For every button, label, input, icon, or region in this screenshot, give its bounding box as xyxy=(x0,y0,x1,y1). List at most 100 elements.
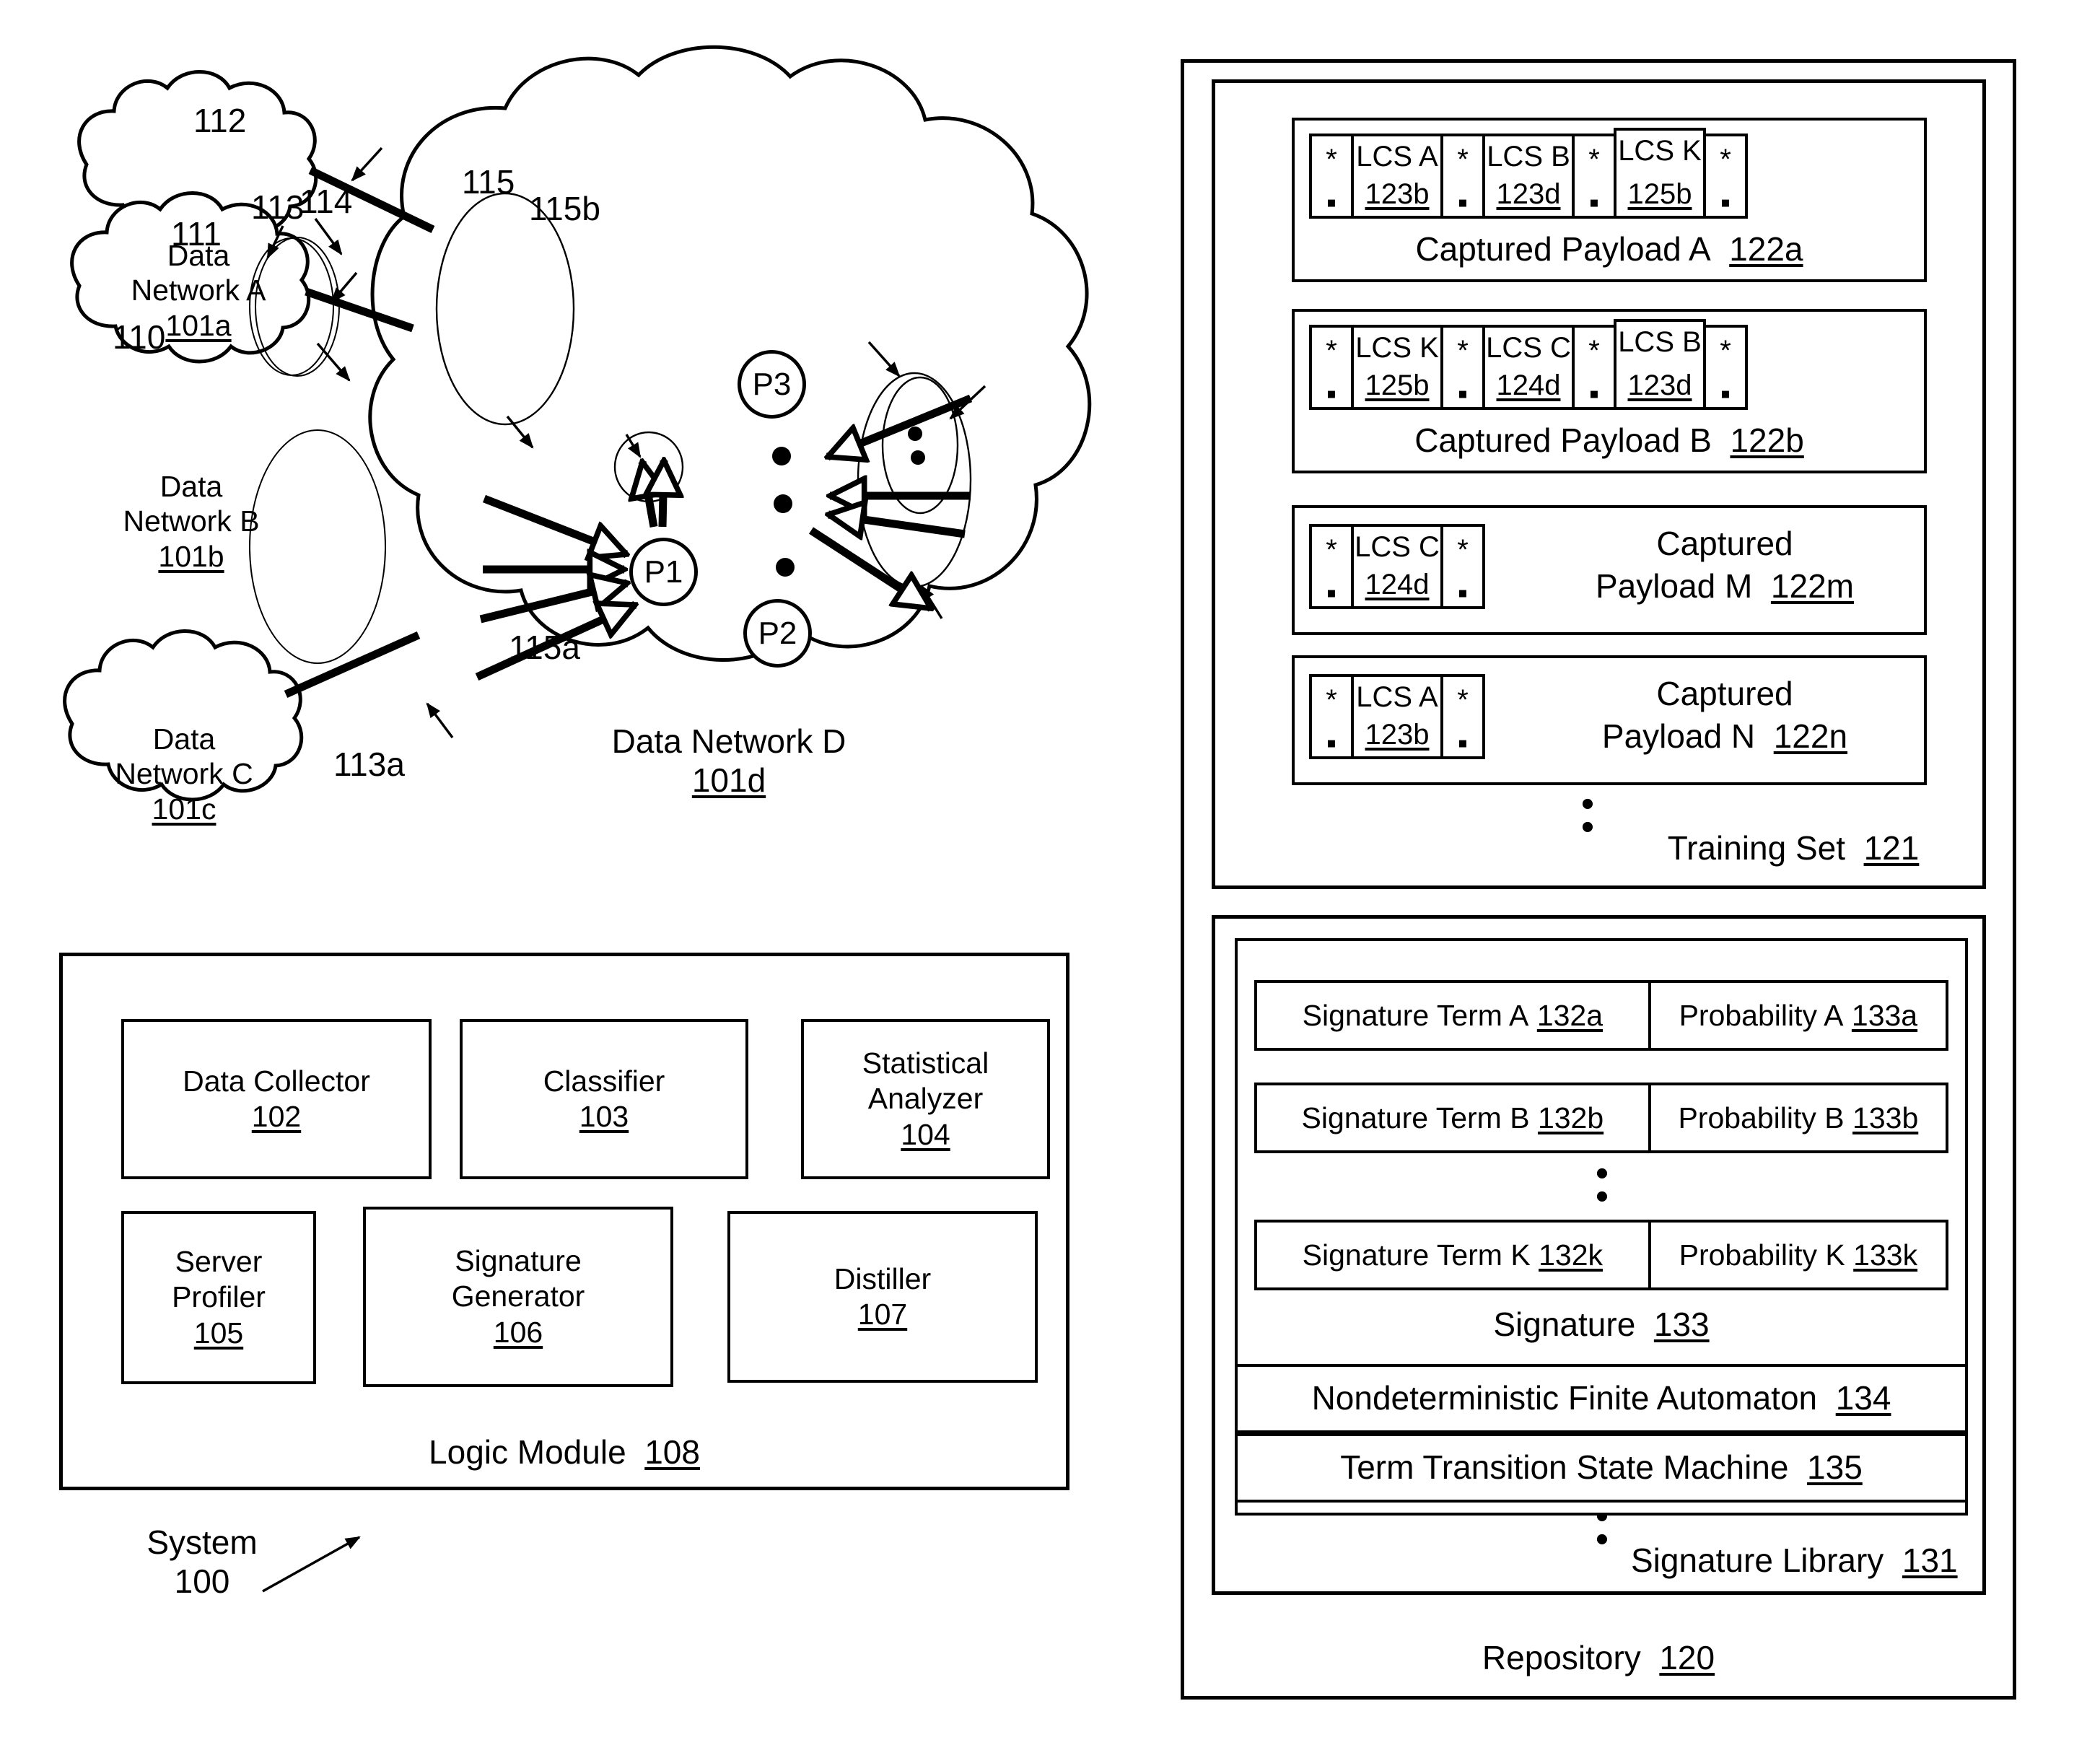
node-p2-label: P2 xyxy=(758,615,797,651)
ref-115: 115 xyxy=(462,163,515,201)
asterisk-icon: * xyxy=(1457,144,1469,175)
node-p3: P3 xyxy=(738,350,806,419)
asterisk-icon: * xyxy=(1326,144,1337,175)
leaders-flows xyxy=(266,217,986,739)
network-b-label: Data Network B 101b xyxy=(123,470,260,573)
component-data-collector: Data Collector 102 xyxy=(121,1019,432,1179)
flows-out-p1-up xyxy=(642,460,664,528)
ref-115a: 115a xyxy=(509,629,580,666)
probability-cell: Probability B 133b xyxy=(1678,1101,1919,1134)
component-classifier: Classifier 103 xyxy=(460,1019,748,1179)
flows-right-cluster xyxy=(809,394,973,608)
ref-112: 112 xyxy=(193,102,247,139)
wildcard-cell: * ▪ xyxy=(1309,134,1354,219)
oval-113-shape xyxy=(435,192,575,426)
dot-icon: ▪ xyxy=(1326,577,1337,609)
component-name-line1: Statistical xyxy=(862,1046,989,1080)
ref-113a: 113a xyxy=(333,745,405,783)
asterisk-icon: * xyxy=(1720,144,1731,175)
wildcard-cell: * ▪ xyxy=(1440,524,1485,609)
asterisk-icon: * xyxy=(1326,684,1337,716)
probability-cell: Probability K 133k xyxy=(1679,1238,1918,1272)
lcs-cell: LCS C 124d xyxy=(1482,325,1575,410)
wildcard-cell: * ▪ xyxy=(1309,674,1354,759)
lcs-cell: LCS B 123d xyxy=(1614,319,1706,410)
dot xyxy=(776,558,795,577)
dot-icon: ▪ xyxy=(1720,187,1731,219)
signature-term-cell: Signature Term K 132k xyxy=(1257,1223,1651,1287)
dot-icon: ▪ xyxy=(1326,187,1337,219)
component-statistical-analyzer: Statistical Analyzer 104 xyxy=(801,1019,1050,1179)
node-p1-label: P1 xyxy=(644,554,683,590)
signature-term-cell: Signature Term A 132a xyxy=(1257,983,1651,1048)
component-name-line2: Generator xyxy=(451,1280,585,1313)
wildcard-cell: * ▪ xyxy=(1309,524,1354,609)
lcs-cell: LCS A 123b xyxy=(1351,134,1443,219)
oval-115-shape xyxy=(857,372,972,588)
component-ref: 105 xyxy=(193,1316,244,1350)
asterisk-icon: * xyxy=(1457,335,1469,367)
component-signature-generator: Signature Generator 106 xyxy=(363,1207,673,1387)
component-name: Classifier xyxy=(543,1064,665,1098)
component-name-line2: Profiler xyxy=(172,1280,266,1314)
payload-n-cells: * ▪ LCS A 123b * ▪ xyxy=(1309,674,1485,759)
asterisk-icon: * xyxy=(1457,684,1469,716)
signature-row: Signature Term B 132b Probability B 133b xyxy=(1254,1083,1948,1153)
component-ref: 107 xyxy=(857,1298,908,1331)
lcs-cell: LCS K 125b xyxy=(1614,128,1706,219)
dot-icon: ▪ xyxy=(1457,378,1469,410)
ref-111: 111 xyxy=(171,215,222,253)
payload-m-cells: * ▪ LCS C 124d * ▪ xyxy=(1309,524,1485,609)
wildcard-cell: * ▪ xyxy=(1440,325,1485,410)
component-name-line1: Server xyxy=(175,1245,263,1279)
wildcard-cell: * ▪ xyxy=(1572,134,1616,219)
dot-icon: ▪ xyxy=(1588,187,1600,219)
signature-title: Signature 133 xyxy=(1493,1306,1710,1343)
component-name-line1: Signature xyxy=(455,1244,582,1278)
system-label: System 100 xyxy=(146,1523,258,1601)
lcs-cell: LCS B 123d xyxy=(1482,134,1575,219)
dot-icon: ▪ xyxy=(1588,378,1600,410)
patent-figure: Data Network A 101a Data Network B 101b … xyxy=(0,0,2100,1758)
dot xyxy=(908,427,922,441)
wildcard-cell: * ▪ xyxy=(1703,325,1748,410)
ref-110: 110 xyxy=(113,318,166,356)
signature-library-title: Signature Library 131 xyxy=(1631,1541,1958,1579)
logic-module-title: Logic Module 108 xyxy=(429,1433,700,1471)
payload-a-title: Captured Payload A 122a xyxy=(1415,230,1803,268)
dot-icon: ▪ xyxy=(1457,727,1469,759)
wildcard-cell: * ▪ xyxy=(1572,325,1616,410)
component-name: Data Collector xyxy=(183,1064,370,1098)
network-c-label: Data Network C 101c xyxy=(115,722,253,826)
vertical-ellipsis-payloads: • • xyxy=(1580,783,1595,849)
component-ref: 102 xyxy=(251,1100,302,1133)
asterisk-icon: * xyxy=(1326,335,1337,367)
training-set-title: Training Set 121 xyxy=(1667,829,1920,867)
dot-icon: ▪ xyxy=(1326,727,1337,759)
payload-m-title: Captured Payload M 122m xyxy=(1596,525,1854,605)
component-distiller: Distiller 107 xyxy=(727,1211,1038,1383)
ref-114: 114 xyxy=(299,183,353,220)
component-server-profiler: Server Profiler 105 xyxy=(121,1211,316,1384)
network-d-label: Data Network D 101d xyxy=(611,722,846,800)
asterisk-icon: * xyxy=(1457,534,1469,566)
asterisk-icon: * xyxy=(1588,335,1600,367)
node-p2: P2 xyxy=(743,599,812,668)
component-name-line2: Analyzer xyxy=(867,1082,984,1116)
cloud-network-d xyxy=(368,45,1092,662)
lcs-cell: LCS C 124d xyxy=(1351,524,1443,609)
payload-b-cells: * ▪ LCS K 125b * ▪ LCS C 124d * ▪ LCS B … xyxy=(1309,319,1748,410)
lcs-cell: LCS A 123b xyxy=(1351,674,1443,759)
payload-a-cells: * ▪ LCS A 123b * ▪ LCS B 123d * ▪ LCS K … xyxy=(1309,128,1748,219)
payload-n-title: Captured Payload N 122n xyxy=(1601,675,1848,755)
wildcard-cell: * ▪ xyxy=(1440,674,1485,759)
component-ref: 104 xyxy=(901,1117,950,1151)
nondeterministic-finite-automaton-box: Nondeterministic Finite Automaton 134 xyxy=(1235,1364,1968,1433)
component-name: Distiller xyxy=(834,1261,932,1295)
dot xyxy=(772,447,791,465)
signature-row: Signature Term K 132k Probability K 133k xyxy=(1254,1220,1948,1290)
ref-115b: 115b xyxy=(529,190,600,227)
asterisk-icon: * xyxy=(1588,144,1600,175)
component-ref: 106 xyxy=(493,1315,543,1349)
oval-115b-shape xyxy=(881,376,959,515)
